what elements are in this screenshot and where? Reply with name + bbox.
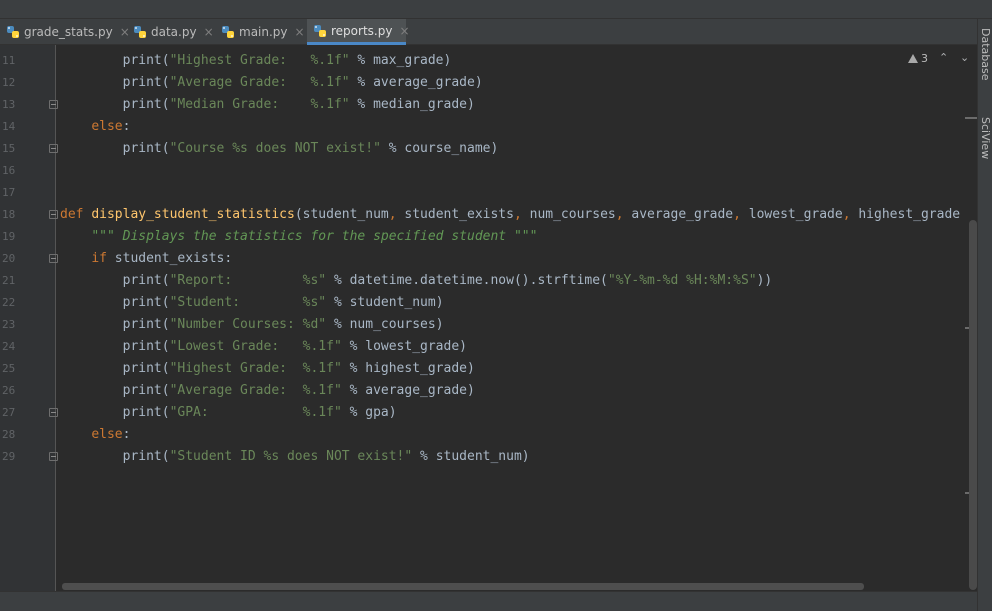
code-line: print("Student ID %s does NOT exist!" % …: [60, 449, 530, 464]
code-line: print("Lowest Grade: %.1f" % lowest_grad…: [60, 339, 467, 354]
code-line: else:: [91, 427, 131, 442]
close-icon[interactable]: ×: [204, 25, 214, 39]
tab-data[interactable]: data.py ×: [127, 19, 214, 45]
line-number: 19: [2, 230, 16, 243]
line-number: 14: [2, 120, 16, 133]
line-number: 18: [2, 208, 16, 221]
next-highlight-icon[interactable]: ⌄: [960, 51, 969, 64]
editor-tab-bar: grade_stats.py × data.py × main.py × rep…: [0, 19, 977, 45]
code-line: else:: [91, 119, 131, 134]
python-file-icon: [313, 24, 327, 38]
inspection-widget[interactable]: 3: [908, 52, 928, 65]
close-icon[interactable]: ×: [399, 24, 409, 38]
python-file-icon: [133, 25, 147, 39]
tab-grade-stats[interactable]: grade_stats.py ×: [0, 19, 130, 45]
line-number: 28: [2, 428, 16, 441]
line-number: 11: [2, 54, 16, 67]
title-strip: [0, 0, 992, 19]
line-number: 20: [2, 252, 16, 265]
code-line: print("Highest Grade: %.1f" % max_grade): [60, 53, 452, 68]
code-line: print("Highest Grade: %.1f" % highest_gr…: [60, 361, 475, 376]
line-number: 15: [2, 142, 16, 155]
line-number: 26: [2, 384, 16, 397]
python-file-icon: [6, 25, 20, 39]
close-icon[interactable]: ×: [295, 25, 305, 39]
line-number: 25: [2, 362, 16, 375]
code-line: print("GPA: %.1f" % gpa): [60, 405, 397, 420]
status-bar: [0, 591, 977, 611]
line-number: 24: [2, 340, 16, 353]
code-editor[interactable]: print("Highest Grade: %.1f" % max_grade)…: [57, 45, 967, 583]
line-number: 23: [2, 318, 16, 331]
tab-label: reports.py: [331, 23, 393, 38]
warning-count: 3: [921, 52, 928, 65]
tab-reports[interactable]: reports.py ×: [307, 19, 410, 45]
warning-icon: [908, 54, 918, 63]
vertical-scrollbar[interactable]: [969, 220, 977, 590]
error-stripe-mark[interactable]: [965, 117, 977, 119]
code-line: print("Number Courses: %d" % num_courses…: [60, 317, 444, 332]
right-tool-sidebar: Database SciView: [977, 19, 992, 611]
line-number: 13: [2, 98, 16, 111]
code-line: print("Average Grade: %.1f" % average_gr…: [60, 383, 475, 398]
code-line: print("Student: %s" % student_num): [60, 295, 444, 310]
line-number: 17: [2, 186, 16, 199]
python-file-icon: [221, 25, 235, 39]
line-number: 22: [2, 296, 16, 309]
horizontal-scrollbar[interactable]: [62, 583, 864, 590]
code-line: print("Course %s does NOT exist!" % cour…: [60, 141, 499, 156]
database-tool-button[interactable]: Database: [979, 28, 992, 81]
tab-label: data.py: [151, 25, 197, 39]
tab-main[interactable]: main.py ×: [215, 19, 305, 45]
code-line: if student_exists:: [91, 251, 233, 266]
line-number: 27: [2, 406, 16, 419]
line-number: 12: [2, 76, 16, 89]
tab-label: grade_stats.py: [24, 25, 113, 39]
line-number: 16: [2, 164, 16, 177]
code-line: print("Median Grade: %.1f" % median_grad…: [60, 97, 475, 112]
tab-label: main.py: [239, 25, 288, 39]
line-number: 29: [2, 450, 16, 463]
code-line: print("Average Grade: %.1f" % average_gr…: [60, 75, 483, 90]
sciview-tool-button[interactable]: SciView: [979, 117, 992, 159]
previous-highlight-icon[interactable]: ⌃: [939, 51, 948, 64]
line-number: 21: [2, 274, 16, 287]
code-line: """ Displays the statistics for the spec…: [91, 229, 538, 244]
code-line: def display_student_statistics(student_n…: [60, 207, 961, 222]
line-number-gutter: 11 12 13 14 15 16 17 18 19 20 21 22 23 2…: [0, 45, 58, 591]
code-line: print("Report: %s" % datetime.datetime.n…: [60, 273, 773, 288]
